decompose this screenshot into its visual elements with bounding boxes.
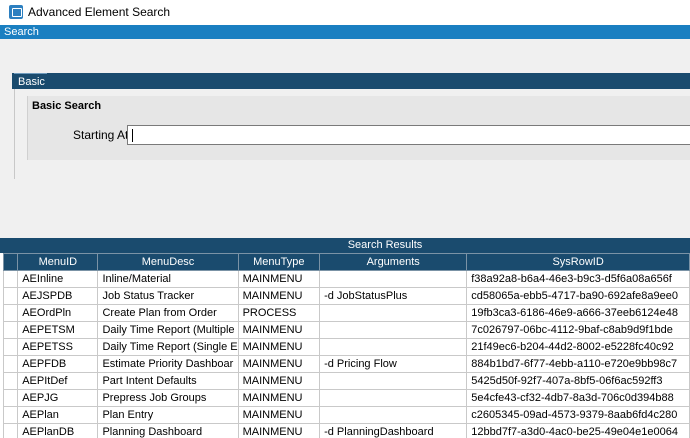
column-header-menutype[interactable]: MenuType bbox=[237, 253, 321, 271]
cell-sysrowid[interactable]: f38a92a8-b6a4-46e3-b9c3-d5f6a08a656f bbox=[466, 270, 690, 288]
table-row[interactable]: AEJSPDB Job Status Tracker MAINMENU -d JobS… bbox=[2, 287, 690, 305]
cell-menutype[interactable]: MAINMENU bbox=[237, 423, 321, 438]
cell-arguments[interactable]: -d Pricing Flow bbox=[319, 355, 468, 373]
cell-sysrowid[interactable]: 5425d50f-92f7-407a-8bf5-06f6ac592ff3 bbox=[466, 372, 690, 390]
cell-sysrowid[interactable]: c2605345-09ad-4573-9379-8aab6fd4c280 bbox=[466, 406, 690, 424]
app-window-icon bbox=[9, 5, 23, 19]
cell-arguments[interactable] bbox=[319, 389, 468, 407]
cell-menudesc[interactable]: Inline/Material bbox=[97, 270, 239, 288]
cell-sysrowid[interactable]: 7c026797-06bc-4112-9baf-c8ab9d9f1bde bbox=[466, 321, 690, 339]
cell-menutype[interactable]: MAINMENU bbox=[237, 321, 321, 339]
cell-menudesc[interactable]: Planning Dashboard bbox=[97, 423, 239, 438]
row-selector[interactable] bbox=[2, 321, 19, 339]
cell-menuid[interactable]: AEJSPDB bbox=[17, 287, 99, 305]
cell-sysrowid[interactable]: 21f49ec6-b204-44d2-8002-e5228fc40c92 bbox=[466, 338, 690, 356]
cell-menutype[interactable]: MAINMENU bbox=[237, 406, 321, 424]
cell-menutype[interactable]: MAINMENU bbox=[237, 270, 321, 288]
tab-strip bbox=[12, 73, 690, 89]
cell-menutype[interactable]: MAINMENU bbox=[237, 389, 321, 407]
cell-menuid[interactable]: AEPItDef bbox=[17, 372, 99, 390]
cell-menudesc[interactable]: Part Intent Defaults bbox=[97, 372, 239, 390]
column-header-menuid[interactable]: MenuID bbox=[17, 253, 99, 271]
row-selector[interactable] bbox=[2, 304, 19, 322]
cell-arguments[interactable]: -d PlanningDashboard bbox=[319, 423, 468, 438]
column-header-menudesc[interactable]: MenuDesc bbox=[97, 253, 239, 271]
cell-menutype[interactable]: MAINMENU bbox=[237, 287, 321, 305]
cell-menuid[interactable]: AEPETSS bbox=[17, 338, 99, 356]
cell-menudesc[interactable]: Daily Time Report (Multiple bbox=[97, 321, 239, 339]
cell-menuid[interactable]: AEPlanDB bbox=[17, 423, 99, 438]
window-title: Advanced Element Search bbox=[28, 5, 171, 19]
search-results-grid[interactable]: MenuID MenuDesc MenuType Arguments SysRo… bbox=[2, 253, 690, 438]
cell-menudesc[interactable]: Plan Entry bbox=[97, 406, 239, 424]
row-selector[interactable] bbox=[2, 270, 19, 288]
cell-menuid[interactable]: AEInline bbox=[17, 270, 99, 288]
table-row[interactable]: AEPETSS Daily Time Report (Single E MAINME… bbox=[2, 338, 690, 356]
cell-menutype[interactable]: PROCESS bbox=[237, 304, 321, 322]
cell-menutype[interactable]: MAINMENU bbox=[237, 355, 321, 373]
row-selector[interactable] bbox=[2, 389, 19, 407]
cell-arguments[interactable] bbox=[319, 304, 468, 322]
cell-menuid[interactable]: AEPETSM bbox=[17, 321, 99, 339]
row-selector-header[interactable] bbox=[2, 253, 19, 271]
cell-arguments[interactable] bbox=[319, 321, 468, 339]
row-selector[interactable] bbox=[2, 423, 19, 438]
row-selector[interactable] bbox=[2, 338, 19, 356]
cell-arguments[interactable] bbox=[319, 406, 468, 424]
cell-arguments[interactable] bbox=[319, 270, 468, 288]
basic-search-group-title: Basic Search bbox=[32, 100, 102, 112]
search-results-header: Search Results bbox=[0, 238, 690, 253]
cell-menutype[interactable]: MAINMENU bbox=[237, 338, 321, 356]
table-row[interactable]: AEPFDB Estimate Priority Dashboar MAINMENU… bbox=[2, 355, 690, 373]
title-bar: Advanced Element Search bbox=[0, 0, 690, 24]
search-section-header[interactable]: Search bbox=[0, 25, 690, 39]
text-caret bbox=[132, 129, 133, 142]
table-row[interactable]: AEPlanDB Planning Dashboard MAINMENU -d Pla… bbox=[2, 423, 690, 438]
cell-arguments[interactable]: -d JobStatusPlus bbox=[319, 287, 468, 305]
cell-menuid[interactable]: AEOrdPln bbox=[17, 304, 99, 322]
cell-menutype[interactable]: MAINMENU bbox=[237, 372, 321, 390]
table-row[interactable]: AEOrdPln Create Plan from Order PROCESS 19f… bbox=[2, 304, 690, 322]
table-row[interactable]: AEInline Inline/Material MAINMENU f38a92a8-… bbox=[2, 270, 690, 288]
row-selector[interactable] bbox=[2, 355, 19, 373]
cell-menuid[interactable]: AEPlan bbox=[17, 406, 99, 424]
cell-sysrowid[interactable]: 19fb3ca3-6186-46e9-a666-37eeb6124e48 bbox=[466, 304, 690, 322]
cell-menudesc[interactable]: Job Status Tracker bbox=[97, 287, 239, 305]
table-row[interactable]: AEPJG Prepress Job Groups MAINMENU 5e4cfe43… bbox=[2, 389, 690, 407]
table-row[interactable]: AEPETSM Daily Time Report (Multiple MAINME… bbox=[2, 321, 690, 339]
column-header-arguments[interactable]: Arguments bbox=[319, 253, 468, 271]
column-header-sysrowid[interactable]: SysRowID bbox=[466, 253, 690, 271]
cell-menuid[interactable]: AEPFDB bbox=[17, 355, 99, 373]
cell-sysrowid[interactable]: 884b1bd7-6f77-4ebb-a110-e720e9bb98c7 bbox=[466, 355, 690, 373]
cell-sysrowid[interactable]: 5e4cfe43-cf32-4db7-8a3d-706c0d394b88 bbox=[466, 389, 690, 407]
cell-menudesc[interactable]: Prepress Job Groups bbox=[97, 389, 239, 407]
cell-menudesc[interactable]: Estimate Priority Dashboar bbox=[97, 355, 239, 373]
table-row[interactable]: AEPlan Plan Entry MAINMENU c2605345-09ad-45… bbox=[2, 406, 690, 424]
cell-menuid[interactable]: AEPJG bbox=[17, 389, 99, 407]
tab-basic[interactable]: Basic bbox=[14, 73, 47, 89]
cell-arguments[interactable] bbox=[319, 338, 468, 356]
table-row[interactable]: AEPItDef Part Intent Defaults MAINMENU 5425… bbox=[2, 372, 690, 390]
starting-at-label: Starting At: bbox=[73, 128, 132, 142]
grid-header-row: MenuID MenuDesc MenuType Arguments SysRo… bbox=[2, 253, 690, 271]
cell-sysrowid[interactable]: 12bbd7f7-a3d0-4ac0-be25-49e04e1e0064 bbox=[466, 423, 690, 438]
row-selector[interactable] bbox=[2, 372, 19, 390]
starting-at-input[interactable] bbox=[127, 125, 690, 145]
cell-menudesc[interactable]: Daily Time Report (Single E bbox=[97, 338, 239, 356]
row-selector[interactable] bbox=[2, 287, 19, 305]
cell-arguments[interactable] bbox=[319, 372, 468, 390]
cell-sysrowid[interactable]: cd58065a-ebb5-4717-ba90-692afe8a9ee0 bbox=[466, 287, 690, 305]
row-selector[interactable] bbox=[2, 406, 19, 424]
cell-menudesc[interactable]: Create Plan from Order bbox=[97, 304, 239, 322]
